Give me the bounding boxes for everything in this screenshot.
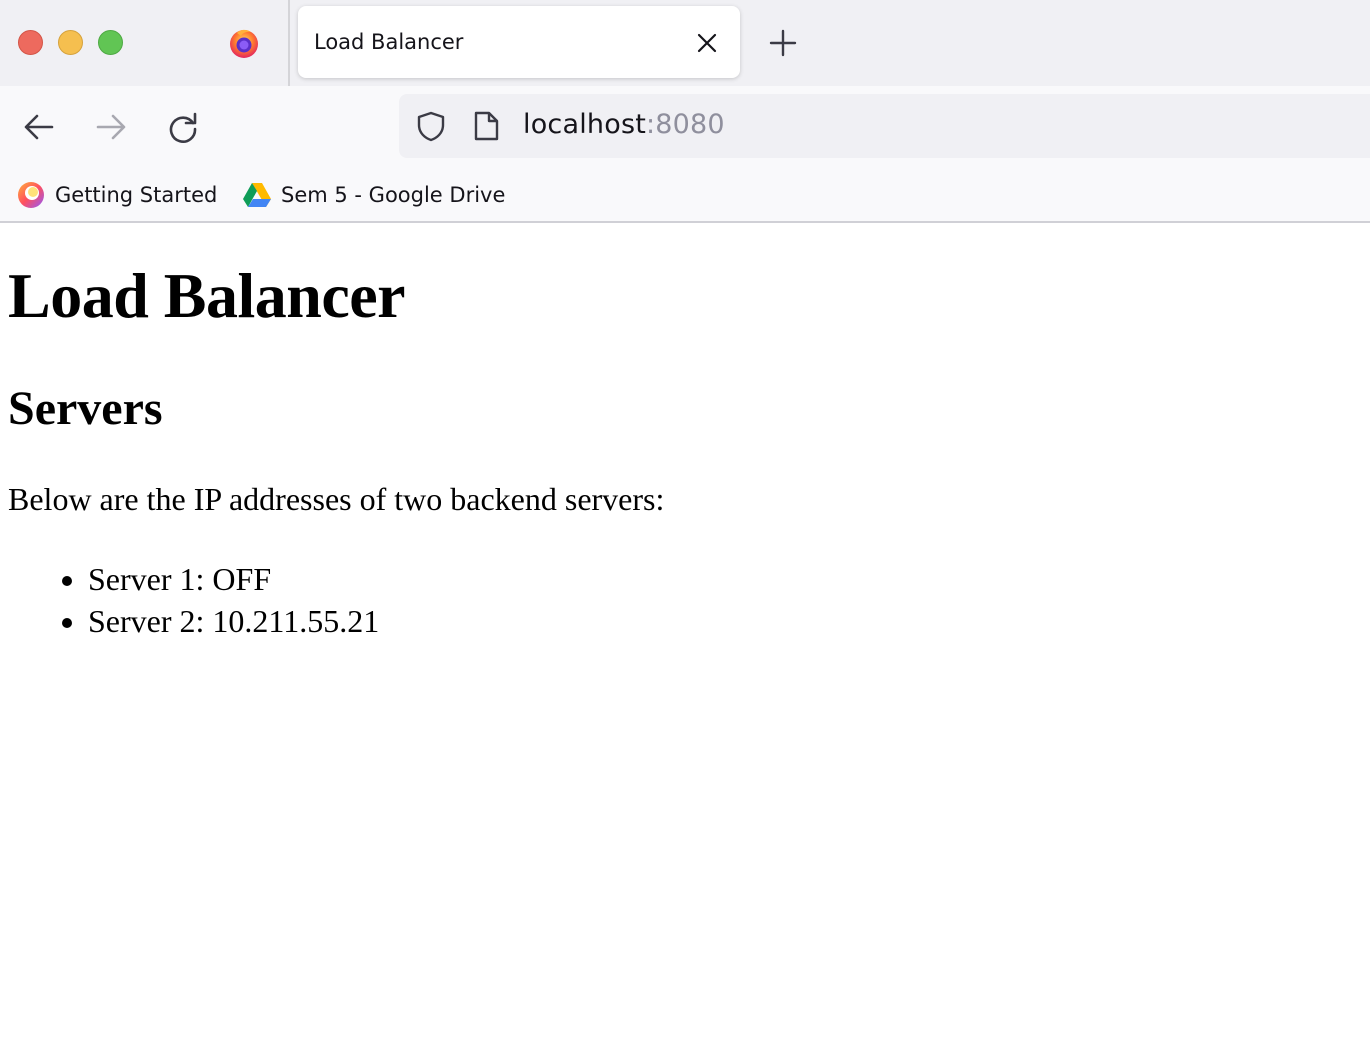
bookmark-getting-started[interactable]: Getting Started: [16, 178, 217, 212]
section-title: Servers: [8, 382, 163, 435]
tab-title: Load Balancer: [314, 30, 464, 54]
shield-icon[interactable]: [415, 110, 447, 142]
tab-load-balancer[interactable]: Load Balancer: [298, 6, 740, 78]
bookmarks-bar: Getting Started Sem 5 - Google Drive: [0, 166, 1370, 223]
window-maximize-button[interactable]: [98, 30, 123, 55]
page-content: Load Balancer Servers Below are the IP a…: [0, 224, 1370, 1050]
url-port: :8080: [646, 109, 725, 140]
firefox-view-icon[interactable]: [227, 26, 261, 60]
firefox-icon: [18, 182, 44, 208]
plus-icon[interactable]: [768, 28, 798, 58]
url-host: localhost: [523, 109, 646, 140]
list-item-server-1: Server 1: OFF: [88, 558, 379, 600]
page-title: Load Balancer: [8, 260, 406, 331]
close-icon[interactable]: [696, 32, 718, 54]
server-list: Server 1: OFF Server 2: 10.211.55.21: [88, 558, 379, 642]
page-icon[interactable]: [471, 110, 501, 142]
url-text[interactable]: localhost:8080: [523, 109, 725, 140]
back-arrow-icon[interactable]: [22, 110, 56, 144]
reload-icon[interactable]: [166, 110, 200, 144]
window-minimize-button[interactable]: [58, 30, 83, 55]
list-item-server-2: Server 2: 10.211.55.21: [88, 600, 379, 642]
address-bar[interactable]: localhost:8080: [399, 94, 1370, 158]
window-close-button[interactable]: [18, 30, 43, 55]
bookmark-label: Sem 5 - Google Drive: [281, 183, 506, 207]
bookmark-label: Getting Started: [55, 183, 218, 207]
forward-arrow-icon[interactable]: [94, 110, 128, 144]
description-text: Below are the IP addresses of two backen…: [8, 481, 665, 517]
tab-strip-divider: [288, 0, 290, 86]
google-drive-icon: [243, 183, 271, 207]
tab-strip: Load Balancer: [0, 0, 1370, 86]
bookmark-google-drive[interactable]: Sem 5 - Google Drive: [242, 178, 505, 212]
navigation-toolbar: localhost:8080: [0, 86, 1370, 166]
